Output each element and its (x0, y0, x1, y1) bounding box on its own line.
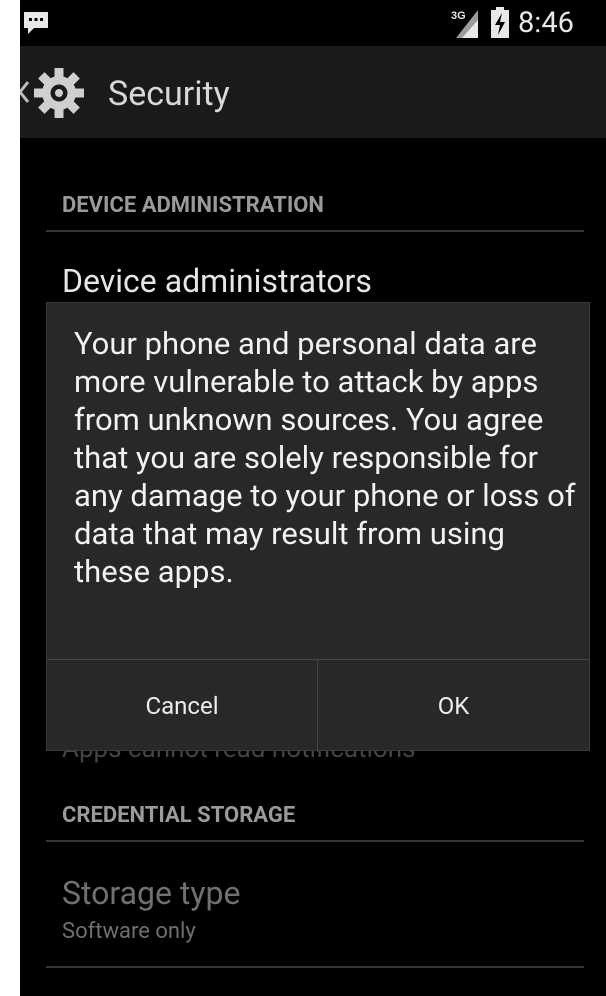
message-icon (24, 12, 48, 34)
section-header-device-administration: DEVICE ADMINISTRATION (62, 193, 324, 218)
dialog-message: Your phone and personal data are more vu… (74, 325, 576, 590)
cancel-button[interactable]: Cancel (47, 660, 317, 752)
action-bar[interactable]: Security (20, 46, 606, 138)
ok-button[interactable]: OK (318, 660, 589, 752)
divider (46, 840, 584, 842)
section-header-credential-storage: CREDENTIAL STORAGE (62, 803, 296, 828)
battery-icon (491, 7, 509, 38)
divider (46, 230, 584, 232)
status-bar: 3G 8:46 (20, 0, 606, 46)
list-item-summary: Software only (62, 919, 196, 944)
list-item-title: Storage type (62, 874, 241, 912)
list-item-title: Device administrators (62, 262, 372, 300)
unknown-sources-dialog: Your phone and personal data are more vu… (46, 302, 590, 752)
signal-icon: 3G (451, 10, 478, 38)
page-title: Security (108, 74, 230, 114)
gear-icon (34, 68, 84, 118)
dialog-button-bar: Cancel OK (47, 659, 589, 752)
network-type-label: 3G (451, 10, 466, 22)
up-chevron-icon[interactable] (20, 78, 32, 106)
status-time: 8:46 (518, 6, 574, 40)
phone-screen: 3G 8:46 Security DEVICE ADMINISTRATION D… (20, 0, 606, 996)
divider (46, 966, 584, 968)
